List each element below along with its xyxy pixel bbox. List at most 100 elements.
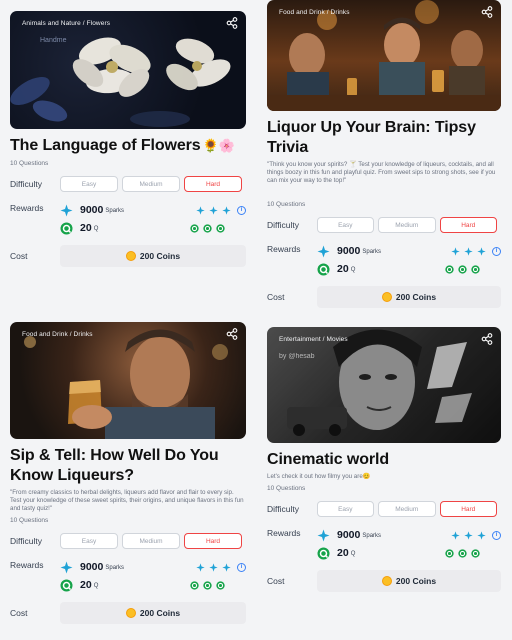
- breadcrumb[interactable]: Food and Drink / Drinks: [279, 9, 350, 16]
- question-count: 10 Questions: [267, 201, 306, 208]
- flower-illustration: [10, 37, 231, 127]
- difficulty-label: Difficulty: [10, 179, 42, 189]
- difficulty-hard[interactable]: Hard: [184, 533, 242, 549]
- bar-scene-illustration: [267, 0, 501, 111]
- right-column: Food and Drink / Drinks Liquor Up Your B…: [256, 0, 512, 640]
- sparks-mini-icons: [196, 205, 231, 215]
- q-icon: [317, 263, 330, 275]
- man-with-glass-illustration: [24, 329, 228, 439]
- question-count: 10 Questions: [10, 160, 49, 167]
- left-column: Animals and Nature / Flowers Handme The …: [0, 0, 256, 640]
- q-value: 20: [337, 547, 349, 559]
- q-icon: [60, 222, 73, 234]
- quiz-image-flowers[interactable]: Animals and Nature / Flowers Handme: [10, 11, 246, 129]
- q-mini-icons: [190, 580, 225, 590]
- info-icon[interactable]: i: [492, 530, 501, 540]
- info-icon[interactable]: i: [237, 562, 246, 572]
- quiz-card-flowers[interactable]: Animals and Nature / Flowers Handme The …: [10, 11, 246, 267]
- quiz-image-liquor-up[interactable]: Food and Drink / Drinks: [267, 0, 501, 111]
- difficulty-hard[interactable]: Hard: [439, 501, 497, 517]
- quiz-image-cinematic-world[interactable]: Entertainment / Movies by @hesab: [267, 327, 501, 443]
- quiz-description: Let's check it out how filmy you are😊: [267, 473, 371, 480]
- quiz-title[interactable]: Liquor Up Your Brain: Tipsy Trivia: [267, 118, 501, 158]
- quiz-title[interactable]: Sip & Tell: How Well Do You Know Liqueur…: [10, 446, 246, 486]
- share-icon[interactable]: [226, 17, 238, 29]
- sparks-unit: Sparks: [362, 533, 382, 539]
- sparks-icon: [60, 204, 73, 216]
- difficulty-medium[interactable]: Medium: [122, 176, 180, 192]
- question-count: 10 Questions: [10, 517, 49, 524]
- quiz-title[interactable]: Cinematic world: [267, 450, 501, 470]
- difficulty-easy[interactable]: Easy: [316, 217, 375, 233]
- rewards-label: Rewards: [267, 528, 301, 538]
- sparks-unit: Sparks: [105, 208, 125, 214]
- quiz-card-liquor-up[interactable]: Food and Drink / Drinks Liquor Up Your B…: [267, 0, 501, 308]
- difficulty-hard[interactable]: Hard: [184, 176, 242, 192]
- difficulty-easy[interactable]: Easy: [316, 501, 375, 517]
- quiz-title[interactable]: The Language of Flowers 🌻🌸: [10, 136, 246, 156]
- difficulty-label: Difficulty: [267, 504, 299, 514]
- breadcrumb[interactable]: Food and Drink / Drinks: [22, 331, 93, 338]
- rewards-label: Rewards: [10, 203, 44, 213]
- q-unit: Q: [350, 267, 356, 273]
- image-watermark: by @hesab: [279, 353, 315, 360]
- cost-button[interactable]: 200 Coins: [317, 286, 501, 308]
- q-icon: [317, 547, 330, 559]
- q-value: 20: [80, 222, 92, 234]
- sparks-value: 9000: [337, 245, 361, 257]
- sparks-mini-icons: [451, 530, 486, 540]
- cost-button[interactable]: 200 Coins: [60, 245, 246, 267]
- q-value: 20: [80, 579, 92, 591]
- rewards-section: Rewards 9000 Sparks i 20 Q: [267, 242, 501, 278]
- q-mini-icons: [445, 548, 480, 558]
- q-value: 20: [337, 263, 349, 275]
- cost-label: Cost: [10, 608, 28, 618]
- cost-row: Cost 200 Coins: [267, 570, 501, 592]
- image-watermark: Handme: [40, 37, 67, 44]
- cost-row: Cost 200 Coins: [267, 286, 501, 308]
- q-mini-icons: [190, 223, 225, 233]
- difficulty-medium[interactable]: Medium: [378, 501, 436, 517]
- sparks-value: 9000: [80, 204, 104, 216]
- question-count: 10 Questions: [267, 485, 306, 492]
- rewards-section: Rewards 9000 Sparks i 20 Q: [267, 526, 501, 562]
- cost-button[interactable]: 200 Coins: [60, 602, 246, 624]
- share-icon[interactable]: [481, 333, 493, 345]
- rewards-label: Rewards: [267, 244, 301, 254]
- sparks-value: 9000: [337, 529, 361, 541]
- sparks-mini-icons: [451, 246, 486, 256]
- coin-icon: [381, 576, 392, 586]
- difficulty-medium[interactable]: Medium: [378, 217, 436, 233]
- quiz-description: "Think you know your spirits? 🍸 Test you…: [267, 161, 496, 184]
- cost-value: 200 Coins: [395, 576, 437, 586]
- quiz-image-sip-and-tell[interactable]: Food and Drink / Drinks: [10, 322, 246, 439]
- difficulty-hard[interactable]: Hard: [439, 217, 497, 233]
- quiz-card-cinematic-world[interactable]: Entertainment / Movies by @hesab Cinemat…: [267, 327, 501, 592]
- share-icon[interactable]: [481, 6, 493, 18]
- info-icon[interactable]: i: [237, 205, 246, 215]
- difficulty-label: Difficulty: [10, 536, 42, 546]
- sparks-icon: [317, 529, 330, 541]
- cost-value: 200 Coins: [395, 292, 437, 302]
- breadcrumb[interactable]: Entertainment / Movies: [279, 336, 348, 343]
- difficulty-easy[interactable]: Easy: [60, 533, 118, 549]
- cost-value: 200 Coins: [139, 251, 181, 261]
- q-icon: [60, 579, 73, 591]
- coin-icon: [125, 251, 136, 261]
- quiz-card-sip-and-tell[interactable]: Food and Drink / Drinks Sip & Tell: How …: [10, 322, 246, 624]
- difficulty-easy[interactable]: Easy: [60, 176, 118, 192]
- difficulty-medium[interactable]: Medium: [122, 533, 180, 549]
- cinematic-illustration: [267, 327, 501, 443]
- info-icon[interactable]: i: [492, 246, 501, 256]
- rewards-section: Rewards 9000 Sparks i 20 Q: [10, 201, 246, 237]
- q-unit: Q: [93, 583, 99, 589]
- coin-icon: [125, 608, 136, 618]
- share-icon[interactable]: [226, 328, 238, 340]
- cost-button[interactable]: 200 Coins: [317, 570, 501, 592]
- flower-emoji: 🌻🌸: [202, 138, 235, 153]
- cost-label: Cost: [267, 292, 285, 302]
- sparks-unit: Sparks: [362, 249, 382, 255]
- difficulty-row: Difficulty Easy Medium Hard: [267, 217, 501, 233]
- breadcrumb[interactable]: Animals and Nature / Flowers: [22, 20, 110, 27]
- cost-label: Cost: [267, 576, 285, 586]
